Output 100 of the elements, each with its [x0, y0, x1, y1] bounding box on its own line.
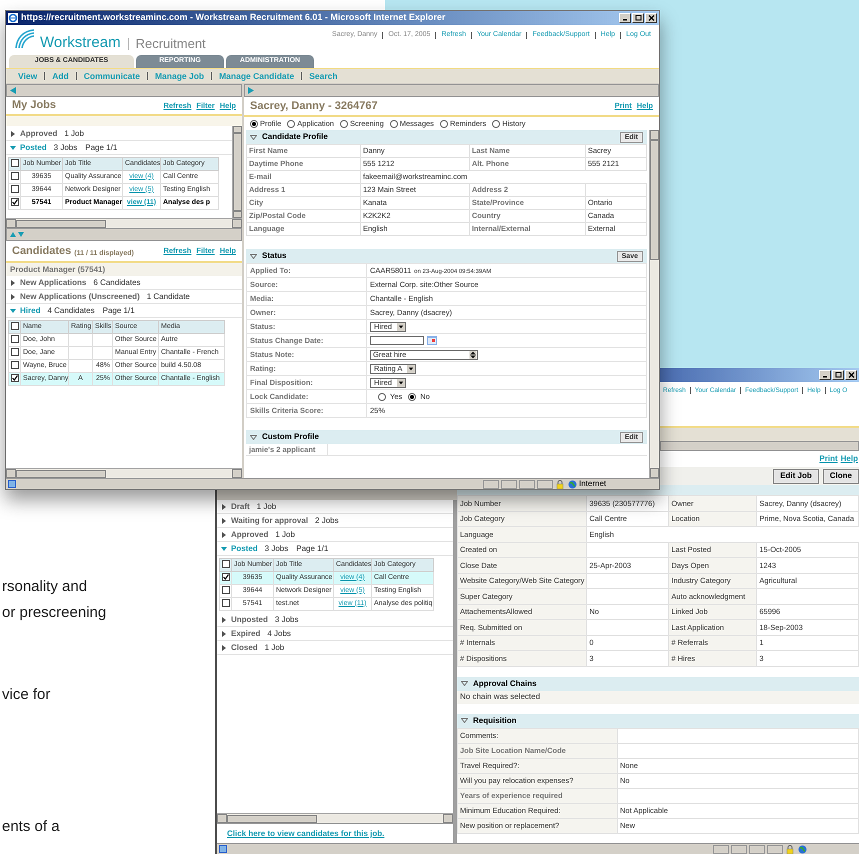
- checkbox[interactable]: [10, 184, 18, 193]
- action-button[interactable]: Clone: [822, 468, 859, 484]
- pane-toggle-bar[interactable]: [6, 228, 242, 241]
- group-row[interactable]: Approved 1 Job: [6, 127, 232, 141]
- vertical-scrollbar[interactable]: [232, 126, 242, 218]
- checkbox[interactable]: [10, 172, 18, 180]
- radio-button[interactable]: [340, 120, 348, 128]
- padlock-icon: [556, 480, 564, 488]
- close-icon: [848, 372, 854, 378]
- group-row[interactable]: Unposted 3 Jobs: [217, 613, 453, 627]
- minimize-button[interactable]: [819, 370, 831, 380]
- page-icon: [219, 845, 227, 853]
- pane-toggle-bar[interactable]: [6, 84, 242, 97]
- triangle-down-icon: [250, 434, 257, 440]
- close-button[interactable]: [645, 13, 657, 23]
- horizontal-scrollbar[interactable]: [6, 468, 242, 478]
- job-subtitle: Product Manager (57541): [6, 263, 242, 276]
- dropdown-arrow-icon: [396, 378, 405, 387]
- checkbox[interactable]: [10, 198, 18, 206]
- brand-name: Workstream: [40, 35, 121, 50]
- radio-button[interactable]: [250, 120, 258, 128]
- triangle-left-icon: [10, 87, 16, 94]
- maximize-button[interactable]: [832, 370, 844, 380]
- calendar-icon[interactable]: [427, 336, 437, 345]
- checkbox[interactable]: [222, 586, 230, 594]
- radio-button[interactable]: [390, 120, 398, 128]
- horizontal-scrollbar[interactable]: [217, 813, 453, 823]
- checkbox[interactable]: [10, 348, 18, 356]
- close-icon: [648, 15, 654, 21]
- triangle-down-icon: [10, 308, 16, 314]
- up-down-arrows-icon: [10, 231, 24, 238]
- approval-text: No chain was selected: [457, 690, 859, 704]
- triangle-right-icon: [248, 87, 254, 94]
- radio-button[interactable]: [492, 120, 500, 128]
- group-row[interactable]: Approved 1 Job: [217, 528, 453, 542]
- panel-title: Sacrey, Danny - 3264767: [250, 98, 378, 114]
- triangle-right-icon: [221, 616, 227, 622]
- page-icon: [8, 480, 16, 488]
- radio-button[interactable]: [440, 120, 448, 128]
- checkbox[interactable]: [10, 158, 18, 167]
- product-name: Recruitment: [136, 37, 206, 50]
- triangle-down-icon: [461, 681, 468, 686]
- body-text: vice for: [1, 685, 52, 705]
- panel-title: My Jobs: [12, 98, 56, 114]
- triangle-down-icon: [221, 546, 227, 552]
- date-field[interactable]: [370, 336, 424, 345]
- checkbox[interactable]: [10, 334, 18, 343]
- zone-label: Internet: [579, 478, 608, 489]
- radio-button[interactable]: [287, 120, 296, 128]
- pane-toggle-bar[interactable]: [244, 84, 659, 97]
- maximize-button[interactable]: [632, 13, 644, 23]
- dropdown-arrow-icon: [396, 322, 405, 331]
- triangle-right-icon: [10, 294, 16, 300]
- section-title: Candidate Profile: [262, 131, 328, 143]
- group-row[interactable]: Posted 3 Jobs Page 1/1: [6, 141, 232, 155]
- logo-swoosh-icon: [14, 28, 36, 50]
- window-title: https://recruitment.workstreaminc.com - Workstream Recruitment 6.01 - Microsoft Internet Explorer: [21, 11, 446, 24]
- panel-title: Candidates: [12, 244, 72, 259]
- checkbox[interactable]: [222, 560, 230, 568]
- triangle-down-icon: [250, 134, 257, 140]
- group-row[interactable]: Closed 1 Job: [217, 641, 453, 655]
- close-button[interactable]: [845, 370, 857, 380]
- radio-button[interactable]: [408, 392, 416, 400]
- minimize-button[interactable]: [619, 13, 631, 23]
- section-title: Custom Profile: [262, 431, 319, 443]
- action-button[interactable]: Edit Job: [773, 468, 819, 484]
- horizontal-scrollbar[interactable]: [6, 218, 242, 228]
- dropdown-arrow-icon: [407, 364, 416, 373]
- group-row[interactable]: Expired 4 Jobs: [217, 627, 453, 641]
- triangle-right-icon: [10, 130, 16, 136]
- triangle-right-icon: [10, 280, 16, 286]
- group-row[interactable]: Hired 4 Candidates Page 1/1: [6, 304, 242, 318]
- padlock-icon: [786, 844, 794, 854]
- triangle-right-icon: [221, 532, 227, 538]
- spinner-icon: [469, 350, 477, 358]
- group-row[interactable]: New Applications (Unscreened) 1 Candidate: [6, 290, 242, 304]
- checkbox[interactable]: [10, 322, 18, 330]
- triangle-right-icon: [221, 644, 227, 650]
- checkbox[interactable]: [222, 572, 230, 581]
- maximize-icon: [834, 372, 842, 378]
- group-row[interactable]: Posted 3 Jobs Page 1/1: [217, 542, 453, 556]
- triangle-down-icon: [10, 144, 16, 150]
- browser-logo-icon: [8, 13, 18, 23]
- section-title: Status: [262, 250, 286, 262]
- checkbox[interactable]: [10, 360, 18, 369]
- group-row[interactable]: New Applications 6 Candidates: [6, 276, 242, 290]
- radio-button[interactable]: [378, 392, 386, 400]
- checkbox[interactable]: [10, 374, 18, 382]
- section-title: Approval Chains: [473, 678, 537, 690]
- triangle-down-icon: [250, 254, 257, 258]
- group-row[interactable]: Waiting for approval 2 Jobs: [217, 514, 453, 528]
- vertical-scrollbar[interactable]: [649, 130, 659, 478]
- body-text: rsonality and or prescreening: [1, 577, 108, 623]
- checkbox[interactable]: [222, 598, 230, 607]
- triangle-right-icon: [221, 504, 227, 510]
- body-text: ents of a: [1, 817, 61, 837]
- group-row[interactable]: Draft 1 Job: [217, 500, 453, 514]
- triangle-down-icon: [461, 718, 468, 723]
- globe-icon: [798, 844, 807, 854]
- triangle-right-icon: [221, 630, 227, 636]
